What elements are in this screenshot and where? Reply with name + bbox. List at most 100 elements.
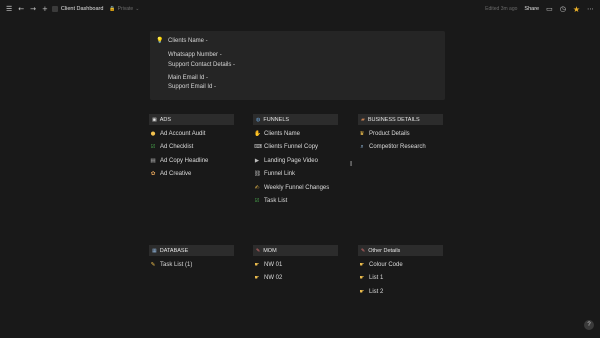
database-header[interactable]: ▦ DATABASE	[149, 245, 234, 256]
other-details-title: Other Details	[368, 247, 401, 254]
keyboard-icon: ⌨	[254, 144, 262, 151]
pointing-hand-icon: ☛	[359, 275, 365, 282]
item-label: Competitor Research	[369, 144, 426, 151]
add-icon[interactable]: +	[42, 5, 48, 13]
page-icon	[51, 6, 58, 12]
funnels-header[interactable]: ◍ FUNNELS	[253, 114, 338, 125]
callout-line-clients-name[interactable]: Clients Name -	[168, 38, 208, 44]
list-item[interactable]: ✿ Ad Creative	[149, 168, 234, 182]
list-item[interactable]: ♛ Product Details	[358, 127, 443, 141]
list-item[interactable]: ☛ List 2	[358, 285, 443, 299]
lightbulb-icon: 💡	[156, 37, 164, 44]
pointing-hand-icon: ☛	[359, 261, 365, 268]
list-item[interactable]: ✎ Task List (1)	[149, 258, 234, 272]
sidebar-toggle-icon[interactable]: ☰	[6, 5, 12, 13]
item-label: Ad Checklist	[160, 144, 194, 151]
callout-line-support-contact[interactable]: Support Contact Details -	[168, 62, 235, 68]
callout-line-whatsapp[interactable]: Whatsapp Number -	[168, 52, 222, 58]
trophy-icon: ♛	[359, 130, 365, 137]
pencil-icon: ✎	[256, 247, 261, 254]
checkbox-icon: ☑	[254, 198, 260, 205]
favorite-star-icon[interactable]: ★	[573, 5, 580, 14]
list-item[interactable]: ● Ad Account Audit	[149, 127, 234, 141]
item-label: Ad Copy Headline	[160, 157, 209, 164]
list-item[interactable]: ☛ NW 01	[253, 258, 338, 272]
list-item[interactable]: ✍ Weekly Funnel Changes	[253, 181, 338, 195]
item-label: Ad Account Audit	[160, 130, 206, 137]
briefcase-icon: ▰	[361, 116, 365, 123]
comment-icon[interactable]: ▭	[546, 5, 553, 13]
item-label: Clients Name	[264, 130, 301, 137]
item-label: Ad Creative	[160, 171, 192, 178]
back-arrow-icon[interactable]: ←	[18, 5, 24, 13]
list-item[interactable]: ☛ NW 02	[253, 272, 338, 286]
list-item[interactable]: ▶ Landing Page Video	[253, 154, 338, 168]
list-item[interactable]: ☑ Task List	[253, 195, 338, 209]
ads-title: ADS	[159, 116, 172, 123]
mom-title: MOM	[263, 247, 277, 254]
item-label: Colour Code	[369, 261, 403, 268]
ads-header[interactable]: ▣ ADS	[149, 114, 234, 125]
edited-timestamp: Edited 3m ago	[485, 6, 518, 12]
database-title: DATABASE	[159, 247, 189, 254]
breadcrumb[interactable]: Client Dashboard	[51, 6, 104, 12]
business-details-title: BUSINESS DETAILS	[367, 116, 420, 123]
emoji-face-icon: ●	[150, 130, 156, 137]
waving-hand-icon: ✋	[254, 130, 261, 137]
ads-icon: ▣	[152, 116, 157, 123]
pointing-hand-icon: ☛	[359, 288, 365, 295]
document-icon: ▤	[150, 157, 156, 164]
client-info-callout: 💡 Clients Name - Whatsapp Number - Suppo…	[150, 31, 445, 100]
item-label: Landing Page Video	[264, 157, 318, 164]
callout-line-main-email[interactable]: Main Email Id -	[168, 75, 208, 81]
globe-icon: ◍	[256, 116, 261, 123]
updates-icon[interactable]: ◷	[560, 5, 566, 13]
other-details-section: ✎ Other Details ☛ Colour Code ☛ List 1 ☛ Li…	[358, 245, 443, 299]
list-item[interactable]: ▤ Ad Copy Headline	[149, 154, 234, 168]
checkbox-icon: ☑	[150, 144, 156, 151]
item-label: Task List	[264, 198, 288, 205]
chevron-down-icon: ⌄	[135, 5, 140, 12]
pointing-hand-icon: ☛	[254, 275, 260, 282]
hand-writing-icon: ✍	[254, 184, 260, 191]
list-item[interactable]: ☛ List 1	[358, 272, 443, 286]
list-item[interactable]: ✋ Clients Name	[253, 127, 338, 141]
business-details-header[interactable]: ▰ BUSINESS DETAILS	[358, 114, 443, 125]
database-icon: ▦	[152, 247, 157, 254]
other-details-header[interactable]: ✎ Other Details	[358, 245, 443, 256]
share-button[interactable]: Share	[524, 6, 539, 12]
mom-header[interactable]: ✎ MOM	[253, 245, 338, 256]
funnels-title: FUNNELS	[263, 116, 290, 123]
palette-icon: ✿	[150, 171, 156, 178]
privacy-badge[interactable]: 🔒 Private ⌄	[109, 6, 139, 12]
item-label: Weekly Funnel Changes	[264, 184, 330, 191]
funnels-section: ◍ FUNNELS ✋ Clients Name ⌨ Clients Funnel …	[253, 114, 338, 208]
top-bar-actions: Edited 3m ago Share ▭ ◷ ★ ⋯	[485, 5, 594, 14]
business-details-section: ▰ BUSINESS DETAILS ♛ Product Details ⌕ Com…	[358, 114, 443, 154]
item-label: Task List (1)	[160, 261, 193, 268]
mom-section: ✎ MOM ☛ NW 01 ☛ NW 02	[253, 245, 338, 285]
top-bar: ☰ ← → + Client Dashboard 🔒 Private ⌄ Edi…	[0, 0, 600, 18]
list-item[interactable]: ☑ Ad Checklist	[149, 141, 234, 155]
ads-section: ▣ ADS ● Ad Account Audit ☑ Ad Checklist ▤ A…	[149, 114, 234, 181]
magnifier-icon: ⌕	[360, 143, 364, 150]
privacy-label: Private	[117, 6, 134, 12]
item-label: Funnel Link	[264, 171, 296, 178]
item-label: Product Details	[369, 130, 410, 137]
more-options-icon[interactable]: ⋯	[587, 5, 594, 13]
list-item[interactable]: ⌕ Competitor Research	[358, 141, 443, 155]
list-item[interactable]: ⌨ Clients Funnel Copy	[253, 141, 338, 155]
callout-line-support-email[interactable]: Support Email Id -	[168, 84, 216, 90]
page-title[interactable]: Client Dashboard	[61, 6, 104, 12]
pencil-icon: ✎	[361, 247, 366, 254]
item-label: List 2	[369, 288, 384, 295]
nav-controls: ☰ ← → +	[6, 5, 48, 13]
list-item[interactable]: ⛓ Funnel Link	[253, 168, 338, 182]
forward-arrow-icon[interactable]: →	[30, 5, 36, 13]
link-icon: ⛓	[254, 171, 261, 178]
item-label: NW 01	[264, 261, 283, 268]
help-icon[interactable]: ?	[584, 320, 594, 330]
lock-icon: 🔒	[109, 5, 116, 12]
list-item[interactable]: ☛ Colour Code	[358, 258, 443, 272]
item-label: List 1	[369, 275, 384, 282]
